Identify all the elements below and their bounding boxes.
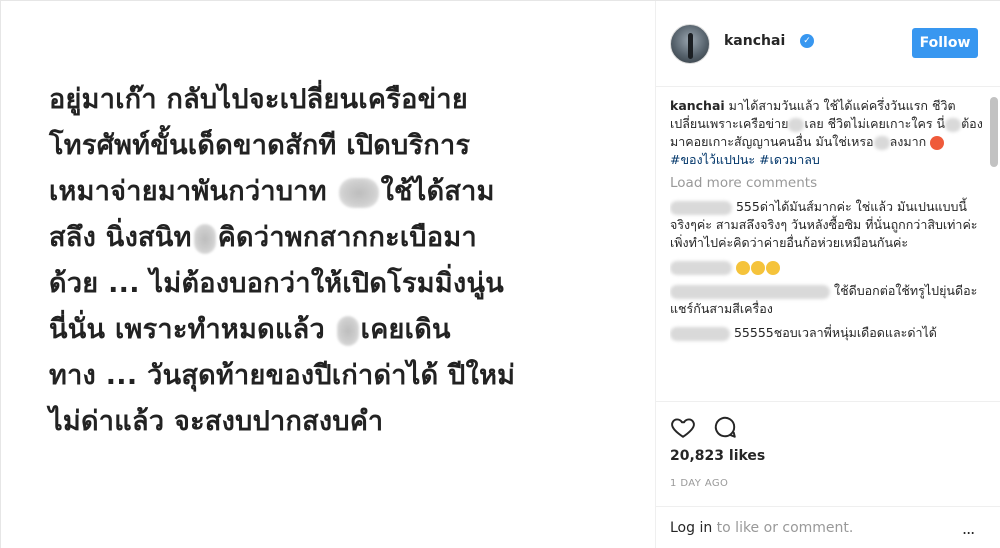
comment-item: 555ด่าได้มันส์มากค่ะ ใช่แล้ว มันเปนแบบนี… <box>670 198 988 252</box>
post-image[interactable]: อยู่มาเก๊า กลับไปจะเปลี่ยนเครือข่าย โทรศ… <box>1 1 655 548</box>
image-text-line: อยู่มาเก๊า กลับไปจะเปลี่ยนเครือข่าย <box>49 84 468 115</box>
more-options-icon[interactable]: ... <box>962 519 975 538</box>
load-more-comments-button[interactable]: Load more comments <box>670 174 988 192</box>
censor-blur <box>873 135 890 150</box>
comment-username-blur[interactable] <box>670 326 730 341</box>
comments-list[interactable]: kanchai มาได้สามวันแล้ว ใช้ได้แค่ครึ่งวั… <box>670 97 988 399</box>
comment-username-blur[interactable] <box>670 260 732 275</box>
comment-item <box>670 258 988 276</box>
username-link[interactable]: kanchai <box>724 33 785 49</box>
comment-username-blur[interactable] <box>670 284 830 299</box>
heart-icon[interactable] <box>670 414 696 440</box>
censor-blur <box>945 117 962 132</box>
follow-button[interactable]: Follow <box>912 28 978 58</box>
caption-username[interactable]: kanchai <box>670 98 725 113</box>
image-text-line: เหมาจ่ายมาพันกว่าบาท ใช้ได้สาม <box>49 176 495 208</box>
post-timestamp[interactable]: 1 DAY AGO <box>670 478 728 489</box>
hashtag-link[interactable]: #ของไว้แปปนะ <box>670 152 755 167</box>
image-text-line: ทาง ... วันสุดท้ายของปีเก่าด่าได้ ปีใหม่ <box>49 360 516 391</box>
instagram-post: อยู่มาเก๊า กลับไปจะเปลี่ยนเครือข่าย โทรศ… <box>0 0 1000 548</box>
comment-text: 55555ชอบเวลาพี่หนุ่มเดือดและด่าได้ <box>733 325 937 340</box>
image-text-line: นี่นั่น เพราะทำหมดแล้ว เคยเดิน <box>49 314 451 346</box>
login-prompt: Log in to like or comment. <box>670 520 854 536</box>
login-bar: Log in to like or comment. ... <box>656 506 1000 548</box>
grinning-emoji-icon <box>735 260 750 275</box>
grinning-emoji-icon <box>750 260 765 275</box>
censor-blur <box>193 223 216 254</box>
post-header: kanchai ✓ Follow <box>656 1 1000 87</box>
comment-username-blur[interactable] <box>670 200 732 215</box>
image-text-line: โทรศัพท์ขั้นเด็ดขาดสักที เปิดบริการ <box>49 130 471 161</box>
post-actions: 20,823 likes 1 DAY AGO Log in to like or… <box>656 401 1000 548</box>
image-text-line: สลึง นิ่งสนิท คิดว่าพกสากกะเบือมา <box>49 222 477 254</box>
comment-item: 55555ชอบเวลาพี่หนุ่มเดือดและด่าได้ <box>670 324 988 342</box>
image-text-line: ไม่ด่าแล้ว จะสงบปากสงบคำ <box>49 406 384 437</box>
caption: kanchai มาได้สามวันแล้ว ใช้ได้แค่ครึ่งวั… <box>670 97 988 169</box>
angry-emoji-icon <box>930 135 945 150</box>
verified-badge-icon: ✓ <box>800 34 814 48</box>
like-count[interactable]: 20,823 likes <box>670 448 765 464</box>
comment-icon[interactable] <box>712 414 738 440</box>
post-sidebar: kanchai ✓ Follow kanchai มาได้สามวันแล้ว… <box>655 1 1000 548</box>
comments-scrollbar[interactable] <box>990 97 998 167</box>
grinning-emoji-icon <box>765 260 780 275</box>
avatar[interactable] <box>670 24 710 64</box>
hashtag-link[interactable]: #เดวมาลบ <box>759 152 820 167</box>
caption-text: ลงมาก <box>889 134 927 149</box>
censor-blur <box>788 117 805 132</box>
censor-blur <box>338 177 379 208</box>
comment-item: ใช้ดีบอกต่อใช้ทรูไปยุ่นดีอะแชร์กันสามสีเ… <box>670 282 988 318</box>
censor-blur <box>336 315 359 346</box>
caption-text: เลย ชีวิตไม่เคยเกาะใคร นี่ <box>804 116 946 131</box>
image-text-line: ด้วย ... ไม่ต้องบอกว่าให้เปิดโรมมิ่งนู่น <box>49 268 505 299</box>
post-image-text: อยู่มาเก๊า กลับไปจะเปลี่ยนเครือข่าย โทรศ… <box>49 77 639 445</box>
login-link[interactable]: Log in <box>670 520 712 536</box>
